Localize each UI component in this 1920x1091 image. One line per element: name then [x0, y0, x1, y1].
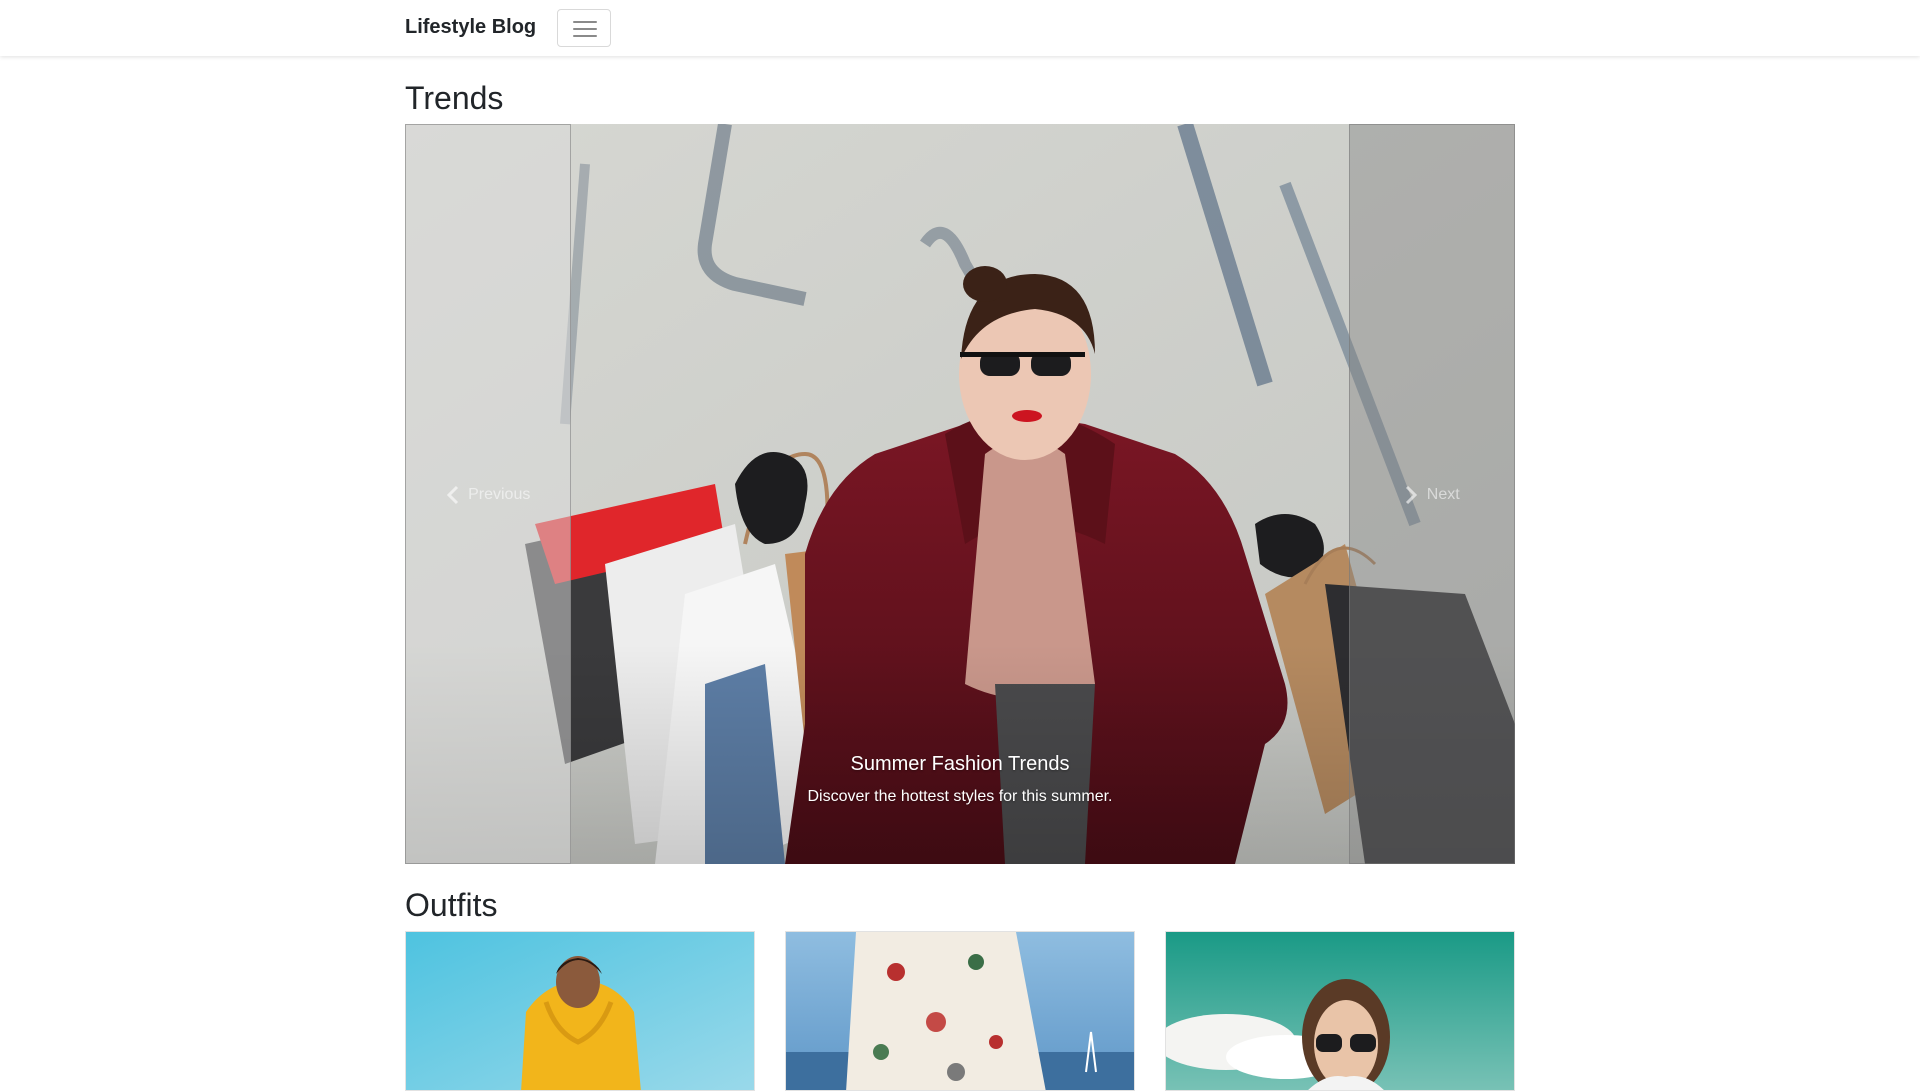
navbar: Lifestyle Blog [0, 0, 1920, 56]
navbar-toggler-button[interactable] [557, 9, 611, 47]
outfit-card[interactable] [785, 931, 1135, 1091]
carousel-next-control[interactable]: Next [1349, 124, 1515, 864]
carousel-caption-text: Discover the hottest styles for this sum… [807, 788, 1113, 805]
carousel-caption: Summer Fashion Trends Discover the hotte… [571, 752, 1349, 808]
chevron-left-icon [446, 485, 458, 504]
carousel-next-label: Next [1426, 486, 1460, 503]
outfits-heading: Outfits [405, 887, 498, 923]
outfit-card[interactable] [1165, 931, 1515, 1091]
carousel-prev-control[interactable]: Previous [405, 124, 571, 864]
outfit-card[interactable] [405, 931, 755, 1091]
trends-heading: Trends [405, 80, 504, 116]
navbar-brand[interactable]: Lifestyle Blog [405, 14, 536, 40]
woman-yellow-hoodie-photo [406, 932, 754, 1090]
carousel-prev-label: Previous [468, 486, 531, 503]
chevron-right-icon [1406, 485, 1418, 504]
trends-carousel: Previous Next Summer Fashion Trends Disc… [405, 124, 1515, 864]
woman-sunglasses-photo [1166, 932, 1514, 1090]
floral-dress-photo [786, 932, 1134, 1090]
carousel-caption-title: Summer Fashion Trends [850, 753, 1070, 775]
